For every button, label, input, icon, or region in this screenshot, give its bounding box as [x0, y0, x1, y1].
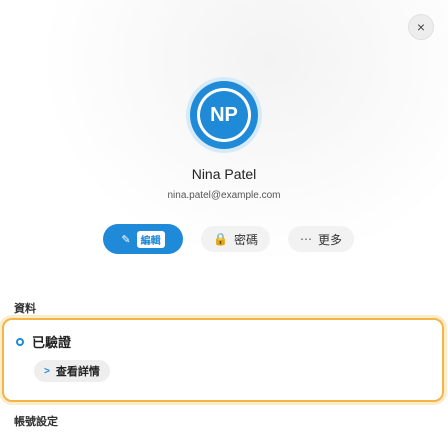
section-label-profile: 資料 [14, 303, 36, 315]
more-icon: ⋯ [299, 232, 312, 246]
avatar-initials: NP [200, 91, 248, 139]
close-icon: × [416, 19, 426, 35]
user-name: Nina Patel [191, 166, 257, 182]
more-button-label: 更多 [317, 232, 342, 247]
focused-section-panel: 已驗證 > 查看詳情 [2, 318, 444, 402]
password-button[interactable]: 🔒 密碼 [201, 226, 270, 252]
pencil-icon: ✎ [121, 233, 131, 246]
header-background [0, 0, 448, 300]
avatar-ring: NP [197, 88, 251, 142]
lock-icon: 🔒 [213, 232, 228, 246]
section-label-account: 帳號設定 [14, 416, 58, 428]
chevron-right-icon: > [44, 365, 50, 377]
close-button[interactable]: × [408, 14, 434, 40]
verified-row-label: 已驗證 [32, 335, 72, 350]
password-button-label: 密碼 [233, 232, 258, 247]
view-details-button[interactable]: > 查看詳情 [34, 360, 110, 382]
status-dot-icon [16, 337, 24, 346]
edit-button-label: 編輯 [136, 230, 165, 248]
view-details-label: 查看詳情 [55, 366, 100, 378]
more-button[interactable]: ⋯ 更多 [287, 226, 354, 252]
action-bar: ✎ 編輯 🔒 密碼 ⋯ 更多 [103, 224, 354, 254]
verified-row[interactable]: 已驗證 [16, 332, 71, 351]
avatar: NP [190, 81, 258, 149]
edit-button[interactable]: ✎ 編輯 [103, 224, 183, 254]
user-email: nina.patel@example.com [167, 190, 281, 201]
